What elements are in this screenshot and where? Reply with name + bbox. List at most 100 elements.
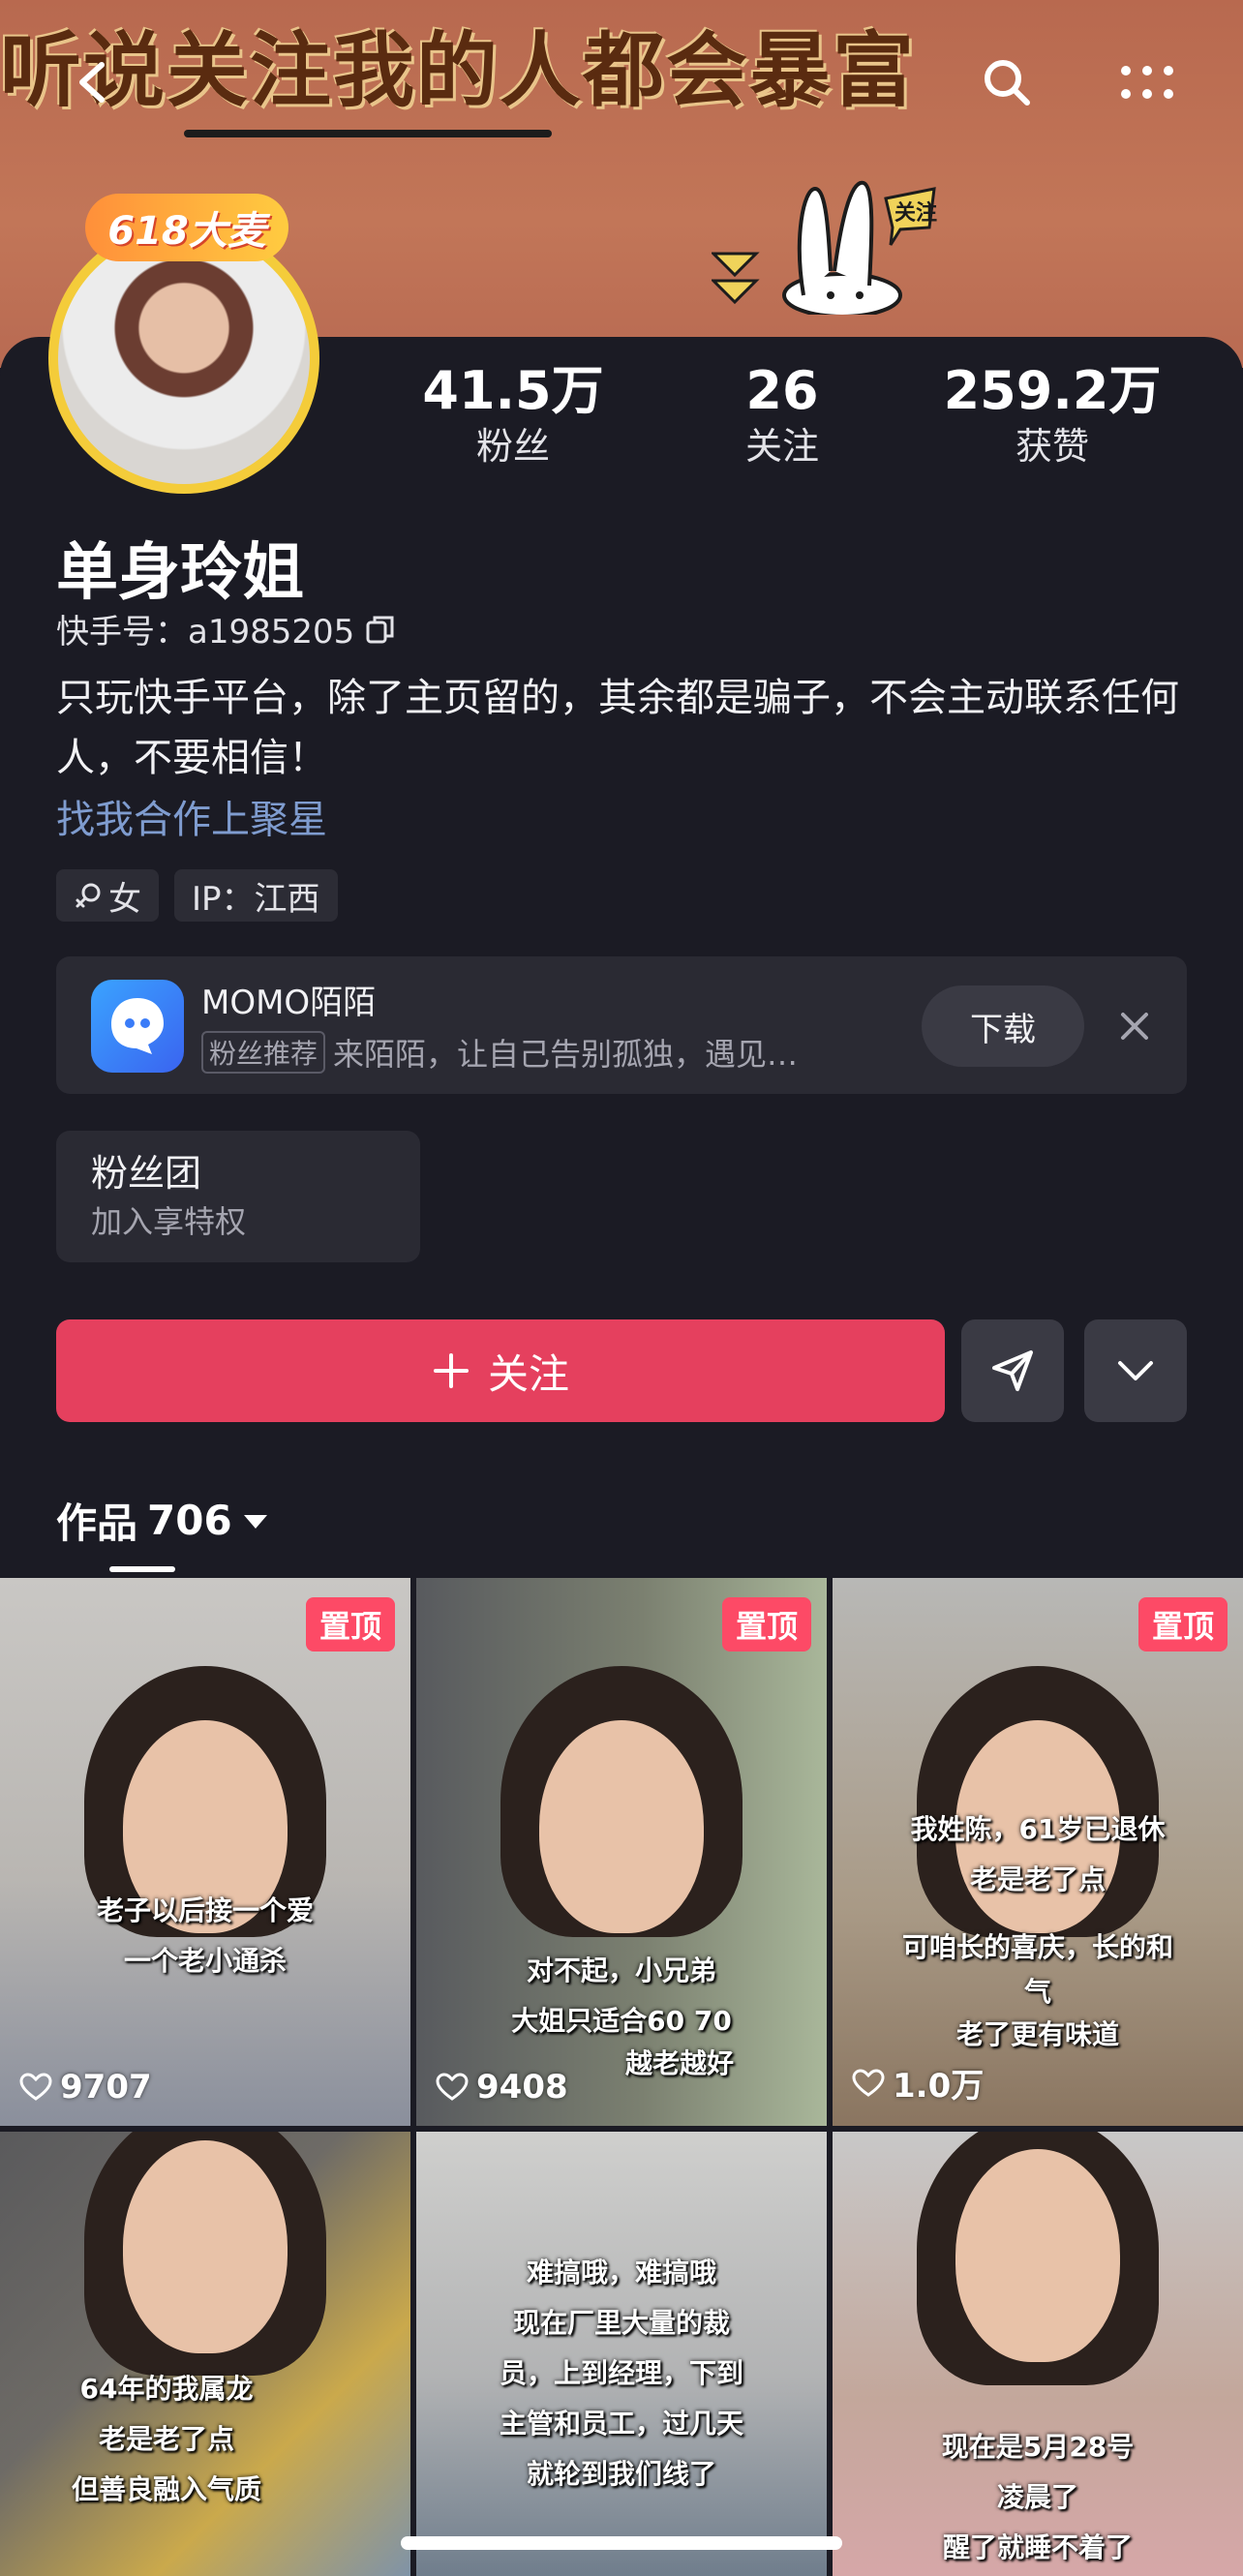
more-button[interactable] (1113, 48, 1181, 116)
caption-line: 老是老了点 (969, 1864, 1106, 1895)
ad-download-button[interactable]: 下载 (922, 985, 1084, 1067)
avatar-badge: 618大麦 (85, 194, 288, 261)
ad-desc: 来陌陌，让自己告别孤独，遇见… (333, 1036, 799, 1073)
stat-fans[interactable]: 41.5万 粉丝 (416, 360, 610, 470)
collaboration-link[interactable]: 找我合作上聚星 (56, 788, 327, 844)
profile-tags: 女 IP：江西 (56, 869, 338, 922)
video-card[interactable]: 置顶 老子以后接一个爱 一个老小通杀 9707 (0, 1578, 410, 2126)
like-count-value: 9408 (476, 2068, 568, 2106)
video-card[interactable]: 难搞哦，难搞哦 现在厂里大量的裁 员，上到经理，下到 主管和员工，过几天 就轮到… (416, 2132, 827, 2576)
expand-button[interactable] (1084, 1319, 1187, 1422)
heart-icon (852, 2068, 885, 2097)
caption-line: 凌晨了 (996, 2481, 1078, 2513)
triangle-decoration-icon (712, 252, 760, 305)
caption-line: 老是老了点 (98, 2423, 234, 2455)
back-button[interactable] (60, 48, 128, 116)
caption-line: 难搞哦，难搞哦 (526, 2257, 716, 2288)
caption-line: 老了更有味道 (955, 2018, 1119, 2050)
send-icon (992, 1350, 1033, 1391)
more-dots-icon (1121, 66, 1173, 99)
caption-line: 就轮到我们线了 (526, 2458, 716, 2490)
stat-fans-count: 41.5万 (422, 360, 604, 421)
caption-line: 醒了就睡不着了 (942, 2531, 1133, 2563)
tab-works[interactable]: 作品 706 (56, 1491, 269, 1550)
video-caption: 64年的我属龙 老是老了点 但善良融入气质 (0, 2364, 410, 2515)
caption-line: 现在厂里大量的裁 (512, 2307, 730, 2339)
home-indicator[interactable] (401, 2536, 842, 2550)
gender-tag: 女 (56, 869, 159, 922)
like-count: 1.0万 (852, 2059, 984, 2106)
avatar-ring (48, 223, 319, 494)
heart-icon (19, 2073, 52, 2101)
caption-line: 但善良融入气质 (71, 2473, 261, 2505)
fan-club-card[interactable]: 粉丝团 加入享特权 (56, 1131, 420, 1262)
tab-works-indicator (109, 1566, 175, 1572)
thumbnail-face (123, 2140, 288, 2354)
like-count-value: 1.0万 (893, 2067, 985, 2106)
tab-works-count: 706 (147, 1497, 232, 1544)
bunny-mascot-icon: 关注 (782, 180, 937, 315)
caption-line: 老子以后接一个爱 (96, 1894, 314, 1926)
caption-line: 我姓陈，61岁已退休 (910, 1813, 1166, 1845)
copy-icon[interactable] (364, 613, 397, 646)
pinned-badge: 置顶 (305, 1597, 395, 1652)
stat-likes-label: 获赞 (1015, 425, 1089, 468)
close-icon (1121, 1013, 1148, 1040)
caption-line: 员，上到经理，下到 (499, 2357, 743, 2389)
caption-line: 一个老小通杀 (123, 1945, 287, 1977)
ad-title: MOMO陌陌 (201, 984, 377, 1022)
banner-slogan: 听说关注我的人都会暴富 (0, 23, 917, 118)
chevron-down-icon (1118, 1361, 1153, 1380)
stat-following-label: 关注 (744, 425, 819, 468)
caption-line: 64年的我属龙 (79, 2373, 254, 2405)
video-caption: 老子以后接一个爱 一个老小通杀 (0, 1886, 410, 1986)
stat-fans-label: 粉丝 (475, 425, 550, 468)
thumbnail-face (539, 1720, 704, 1934)
follow-label: 关注 (487, 1349, 569, 1398)
ad-badge: 粉丝推荐 (201, 1031, 326, 1074)
follow-button[interactable]: 关注 (56, 1319, 945, 1422)
like-count: 9707 (19, 2068, 152, 2106)
heart-icon (436, 2073, 469, 2101)
ad-close-button[interactable] (1111, 1003, 1158, 1049)
like-count: 9408 (436, 2068, 568, 2106)
profile-name: 单身玲姐 (56, 537, 304, 609)
fan-club-subtitle: 加入享特权 (91, 1203, 247, 1240)
video-card[interactable]: 64年的我属龙 老是老了点 但善良融入气质 (0, 2132, 410, 2576)
caption-line: 主管和员工，过几天 (499, 2408, 743, 2440)
message-button[interactable] (961, 1319, 1064, 1422)
like-count-value: 9707 (60, 2068, 152, 2106)
caption-line: 现在是5月28号 (941, 2431, 1135, 2463)
pinned-badge: 置顶 (1137, 1597, 1228, 1652)
ad-subtitle: 粉丝推荐 来陌陌，让自己告别孤独，遇见… (201, 1030, 889, 1075)
pinned-badge: 置顶 (721, 1597, 811, 1652)
stat-likes[interactable]: 259.2万 获赞 (926, 360, 1178, 470)
video-caption: 难搞哦，难搞哦 现在厂里大量的裁 员，上到经理，下到 主管和员工，过几天 就轮到… (416, 2248, 827, 2500)
video-card[interactable]: 置顶 对不起，小兄弟 大姐只适合60 70 越老越好 9408 (416, 1578, 827, 2126)
ad-banner[interactable]: MOMO陌陌 粉丝推荐 来陌陌，让自己告别孤独，遇见… 下载 (56, 956, 1187, 1094)
female-icon (76, 883, 101, 908)
search-icon (985, 60, 1030, 106)
kuaishou-id-text: 快手号：a1985205 (56, 613, 355, 652)
tab-works-label: 作品 (56, 1500, 138, 1547)
stat-following[interactable]: 26 关注 (685, 360, 879, 470)
caption-line: 对不起，小兄弟 (526, 1955, 716, 1986)
caption-line: 气 (1023, 1976, 1051, 2008)
caption-line: 越老越好 (624, 2047, 734, 2079)
avatar[interactable]: 618大麦 (48, 194, 319, 494)
momo-app-icon (91, 980, 184, 1073)
video-card[interactable]: 现在是5月28号 凌晨了 醒了就睡不着了 (833, 2132, 1243, 2576)
search-button[interactable] (973, 48, 1041, 116)
ip-tag: IP：江西 (174, 869, 338, 922)
caption-line: 可咱长的喜庆，长的和 (901, 1931, 1173, 1963)
kuaishou-id: 快手号：a1985205 (56, 605, 397, 652)
video-caption: 现在是5月28号 凌晨了 醒了就睡不着了 (833, 2422, 1243, 2573)
profile-bio: 只玩快手平台，除了主页留的，其余都是骗子，不会主动联系任何人，不要相信！ (56, 676, 1179, 780)
caret-down-icon (243, 1514, 267, 1529)
ip-tag-label: IP：江西 (192, 879, 320, 919)
video-caption: 对不起，小兄弟 大姐只适合60 70 越老越好 (416, 1946, 827, 2081)
fan-club-title: 粉丝团 (91, 1152, 202, 1195)
video-caption: 我姓陈，61岁已退休 老是老了点 可咱长的喜庆，长的和 气 老了更有味道 (833, 1804, 1243, 2058)
video-card[interactable]: 置顶 我姓陈，61岁已退休 老是老了点 可咱长的喜庆，长的和 气 老了更有味道 … (833, 1578, 1243, 2126)
stat-following-count: 26 (745, 360, 819, 421)
